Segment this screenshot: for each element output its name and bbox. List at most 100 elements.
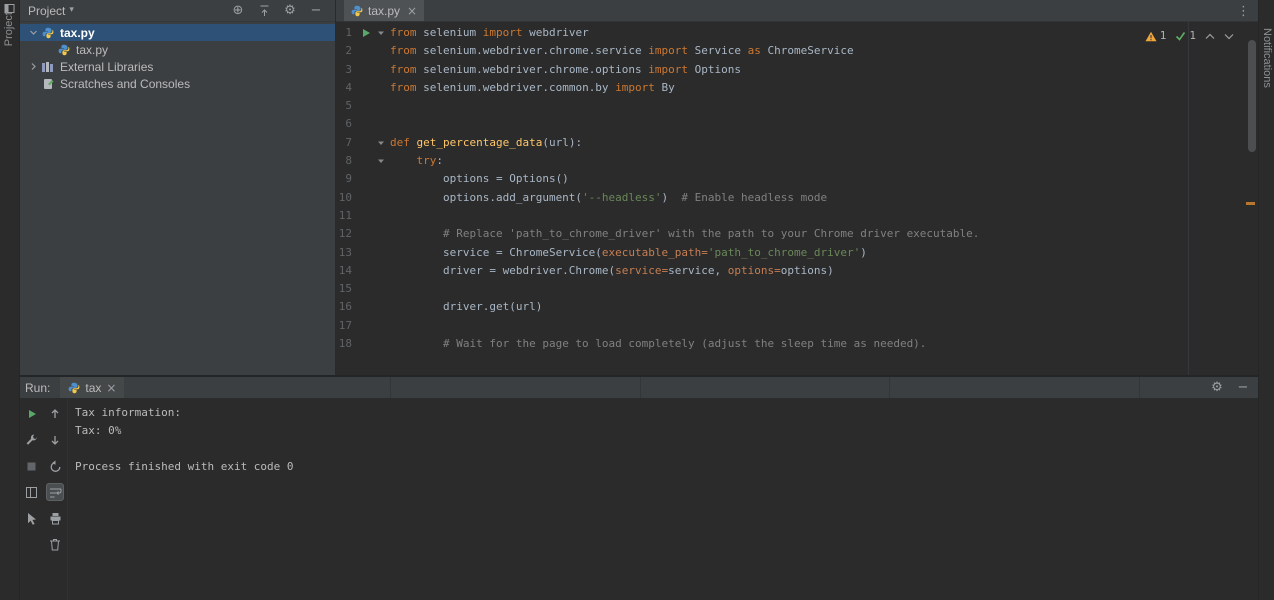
code-line-15[interactable]: 15 [336, 280, 1258, 298]
run-panel: Run: tax × ⚙ − Tax information: Tax: 0% Pr… [20, 375, 1258, 600]
tree-item-external-libraries[interactable]: External Libraries [20, 58, 335, 75]
code-text: def get_percentage_data(url): [390, 135, 583, 149]
tree-item-scratches-and-consoles[interactable]: Scratches and Consoles [20, 75, 335, 92]
print-icon[interactable] [46, 509, 64, 527]
gutter[interactable]: 2 [336, 42, 388, 60]
collapse-all-icon[interactable] [255, 2, 273, 20]
inspect-pointer-icon[interactable] [23, 509, 41, 527]
right-tool-stripe: Notifications [1258, 0, 1274, 600]
code-text: # Replace 'path_to_chrome_driver' with t… [442, 227, 980, 241]
hide-panel-icon[interactable]: − [307, 2, 325, 20]
scrollbar-thumb[interactable] [1248, 40, 1256, 152]
code-line-4[interactable]: 4 from selenium.webdriver.common.by impor… [336, 79, 1258, 97]
settings-gear-icon[interactable]: ⚙ [281, 2, 299, 20]
code-line-12[interactable]: 12 # Replace 'path_to_chrome_driver' wit… [336, 225, 1258, 243]
code-line-16[interactable]: 16 driver.get(url) [336, 298, 1258, 316]
gutter[interactable]: 16 [336, 298, 388, 316]
code-line-11[interactable]: 11 [336, 207, 1258, 225]
editor-tab-taxpy[interactable]: tax.py × [344, 0, 425, 21]
restore-layout-icon[interactable] [23, 483, 41, 501]
gutter[interactable]: 7 [336, 134, 388, 152]
close-run-tab-icon[interactable]: × [106, 381, 116, 395]
gutter[interactable]: 14 [336, 262, 388, 280]
rerun-button[interactable] [23, 405, 41, 423]
stop-button[interactable] [23, 457, 41, 475]
fold-icon[interactable] [377, 139, 385, 147]
editor-options-menu-icon[interactable]: ⋮ [1237, 2, 1250, 20]
project-view-selector[interactable]: Project ▾ [28, 4, 74, 18]
gutter[interactable]: 8 [336, 152, 388, 170]
clear-console-icon[interactable] [46, 535, 64, 553]
line-number: 6 [345, 117, 352, 131]
project-panel: Project ▾ ⊕ ⚙ − tax.py tax.py External Libra… [20, 0, 336, 375]
gutter[interactable]: 9 [336, 170, 388, 188]
code-line-2[interactable]: 2 from selenium.webdriver.chrome.service … [336, 42, 1258, 60]
chevron-down-icon[interactable] [26, 28, 40, 37]
close-tab-icon[interactable]: × [407, 4, 417, 18]
code-line-9[interactable]: 9 options = Options() [336, 170, 1258, 188]
up-stack-trace-button[interactable] [46, 405, 64, 423]
project-stripe-button[interactable]: Project [3, 12, 15, 46]
gutter[interactable]: 4 [336, 79, 388, 97]
main-area: Project ▾ ⊕ ⚙ − tax.py tax.py External Libra… [20, 0, 1258, 600]
chevron-right-icon[interactable] [26, 62, 40, 71]
locate-file-icon[interactable]: ⊕ [229, 2, 247, 20]
code-line-18[interactable]: 18 # Wait for the page to load completel… [336, 335, 1258, 353]
run-tab-tax[interactable]: tax × [60, 377, 125, 398]
gutter[interactable]: 1 [336, 24, 388, 42]
gutter[interactable]: 18 [336, 335, 388, 353]
gutter[interactable]: 5 [336, 97, 388, 115]
gutter[interactable]: 15 [336, 280, 388, 298]
warnings-indicator[interactable]: 1 [1145, 27, 1166, 45]
fold-icon[interactable] [377, 29, 385, 37]
code-line-5[interactable]: 5 [336, 97, 1258, 115]
warning-stripe-mark[interactable] [1246, 202, 1255, 205]
notifications-stripe-button[interactable]: Notifications [1261, 28, 1273, 88]
project-view-label: Project [28, 3, 66, 18]
rerun-icon[interactable] [46, 457, 64, 475]
gutter[interactable]: 17 [336, 317, 388, 335]
tree-item-tax-py[interactable]: tax.py [20, 41, 335, 58]
header-separator [1139, 377, 1140, 398]
code-line-7[interactable]: 7 def get_percentage_data(url): [336, 134, 1258, 152]
gutter[interactable]: 6 [336, 115, 388, 133]
editor-scrollbar[interactable] [1246, 22, 1258, 375]
line-number: 10 [338, 190, 352, 204]
tree-item-label: Scratches and Consoles [60, 76, 191, 91]
gutter[interactable]: 11 [336, 207, 388, 225]
next-problem-button[interactable] [1224, 33, 1234, 40]
prev-problem-button[interactable] [1205, 33, 1215, 40]
settings-gear-icon[interactable]: ⚙ [1208, 379, 1226, 397]
down-stack-trace-button[interactable] [46, 431, 64, 449]
run-line-icon[interactable] [361, 28, 371, 38]
code-line-8[interactable]: 8 try: [336, 152, 1258, 170]
ok-count: 1 [1189, 29, 1196, 42]
tree-item-tax-py[interactable]: tax.py [20, 24, 335, 41]
code-line-14[interactable]: 14 driver = webdriver.Chrome(service=ser… [336, 262, 1258, 280]
code-line-3[interactable]: 3 from selenium.webdriver.chrome.options … [336, 61, 1258, 79]
fold-icon[interactable] [377, 157, 385, 165]
gutter[interactable]: 3 [336, 61, 388, 79]
ok-indicator[interactable]: 1 [1175, 27, 1196, 45]
project-panel-toolbar: ⊕ ⚙ − [229, 2, 325, 20]
hide-panel-icon[interactable]: − [1234, 379, 1252, 397]
ide-window: Project Project ▾ ⊕ ⚙ − tax.py tax.py Extern… [0, 0, 1274, 600]
gutter[interactable]: 13 [336, 244, 388, 262]
code-line-1[interactable]: 1 from selenium import webdriver [336, 24, 1258, 42]
console-line: Tax: 0% [75, 424, 122, 437]
editor-body[interactable]: 1 from selenium import webdriver 2 from sel… [336, 22, 1258, 375]
run-console[interactable]: Tax information: Tax: 0% Process finished… [67, 399, 1258, 600]
code-line-10[interactable]: 10 options.add_argument('--headless') # … [336, 189, 1258, 207]
code-line-17[interactable]: 17 [336, 317, 1258, 335]
gutter[interactable]: 12 [336, 225, 388, 243]
right-margin-guide [1188, 22, 1189, 375]
code-line-13[interactable]: 13 service = ChromeService(executable_pa… [336, 244, 1258, 262]
edit-configuration-wrench-icon[interactable] [23, 431, 41, 449]
soft-wrap-toggle[interactable] [46, 483, 64, 501]
code-area[interactable]: 1 from selenium import webdriver 2 from sel… [336, 22, 1258, 353]
gutter[interactable]: 10 [336, 189, 388, 207]
code-line-6[interactable]: 6 [336, 115, 1258, 133]
